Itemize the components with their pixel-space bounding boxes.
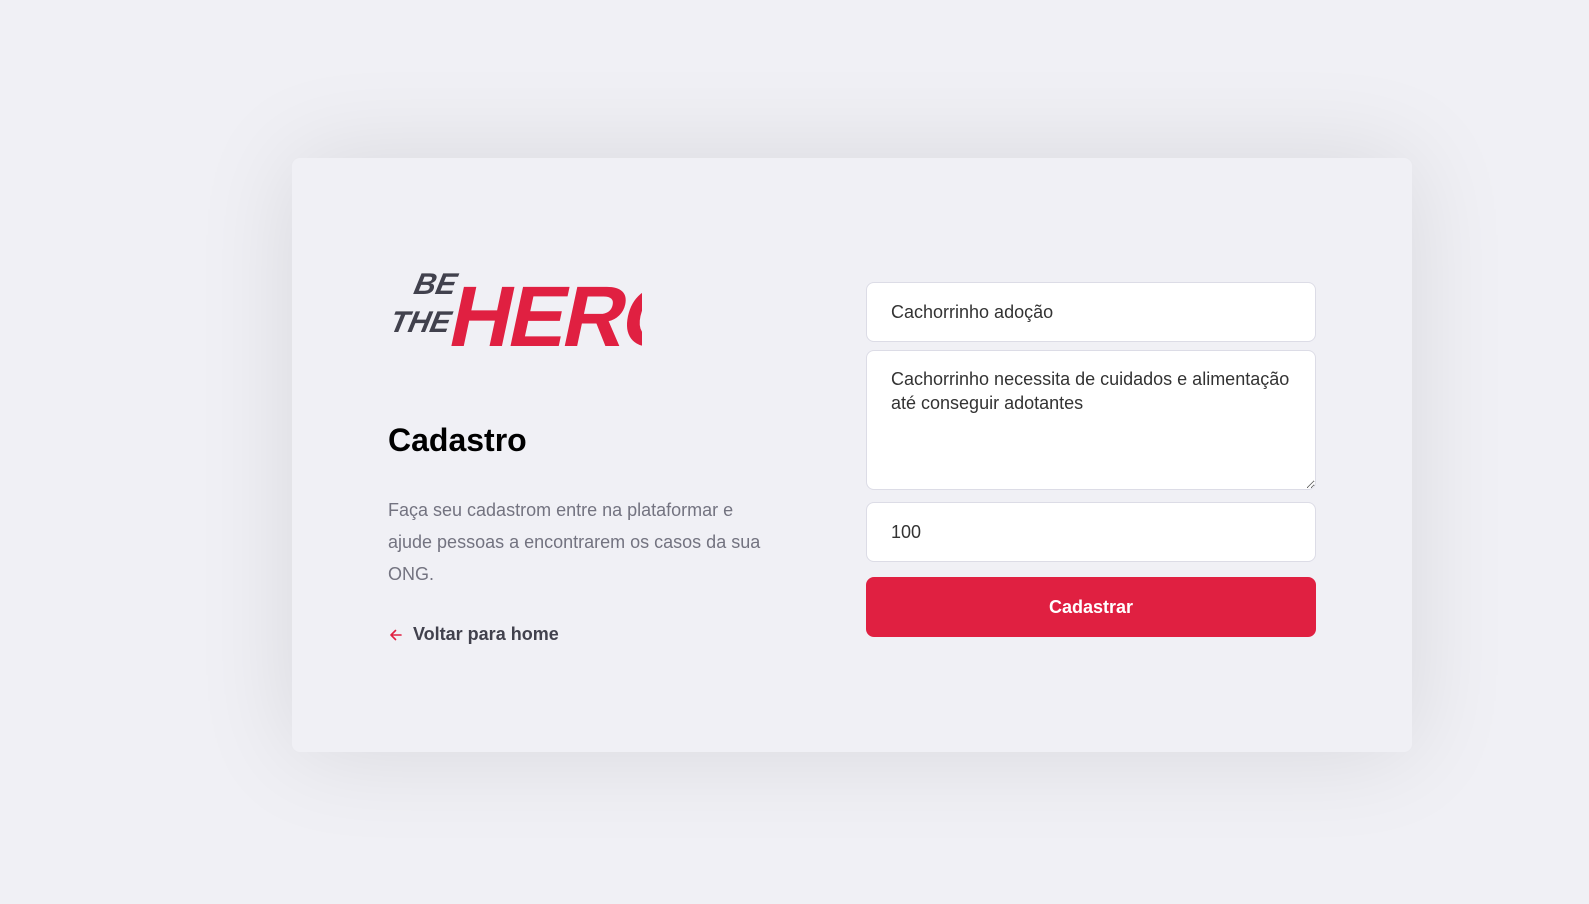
arrow-left-icon [390, 629, 402, 640]
logo-the-text: THE [388, 306, 455, 339]
intro-section: BE THE HERO Cadastro Faça seu cadastrom … [388, 250, 778, 644]
logo-be-text: BE [411, 268, 460, 301]
incident-title-input[interactable] [866, 282, 1316, 342]
back-home-link[interactable]: Voltar para home [388, 624, 559, 645]
be-the-hero-logo: BE THE HERO [388, 268, 642, 360]
back-home-label: Voltar para home [413, 624, 559, 644]
register-card: BE THE HERO Cadastro Faça seu cadastrom … [292, 158, 1412, 752]
incident-description-textarea[interactable]: Cachorrinho necessita de cuidados e alim… [866, 350, 1316, 490]
page-description: Faça seu cadastrom entre na plataformar … [388, 500, 761, 584]
page-title: Cadastro [388, 422, 527, 458]
register-button[interactable]: Cadastrar [866, 577, 1316, 637]
logo-hero-text: HERO [442, 269, 642, 360]
incident-value-input[interactable] [866, 502, 1316, 562]
